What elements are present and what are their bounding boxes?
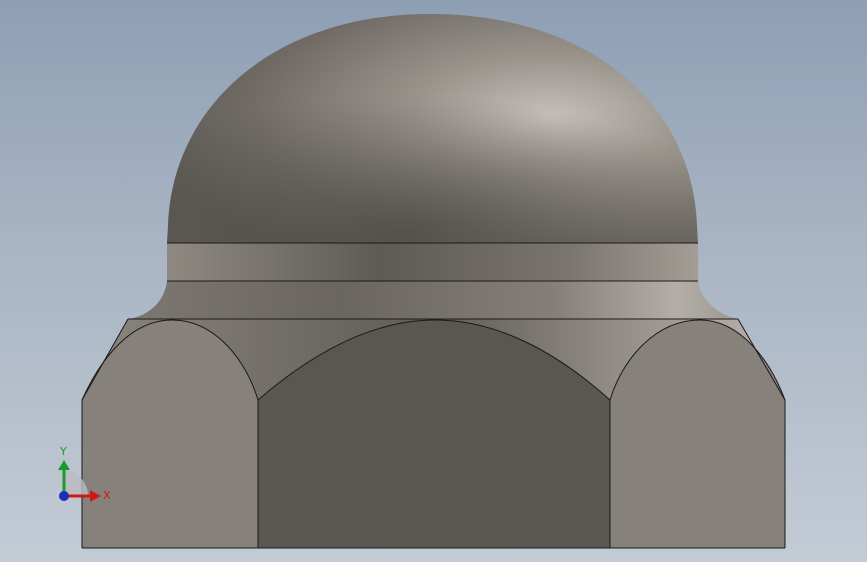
y-axis-arrowhead	[58, 460, 70, 470]
dome-band[interactable]	[167, 243, 698, 281]
y-axis-label: Y	[59, 445, 67, 458]
dome[interactable]	[167, 14, 698, 243]
x-axis-label: X	[103, 489, 111, 502]
model-view[interactable]: Y X	[0, 0, 867, 562]
dome-fillet[interactable]	[128, 281, 738, 319]
z-axis-dot	[59, 491, 69, 501]
3d-viewport[interactable]: Y X	[0, 0, 867, 562]
